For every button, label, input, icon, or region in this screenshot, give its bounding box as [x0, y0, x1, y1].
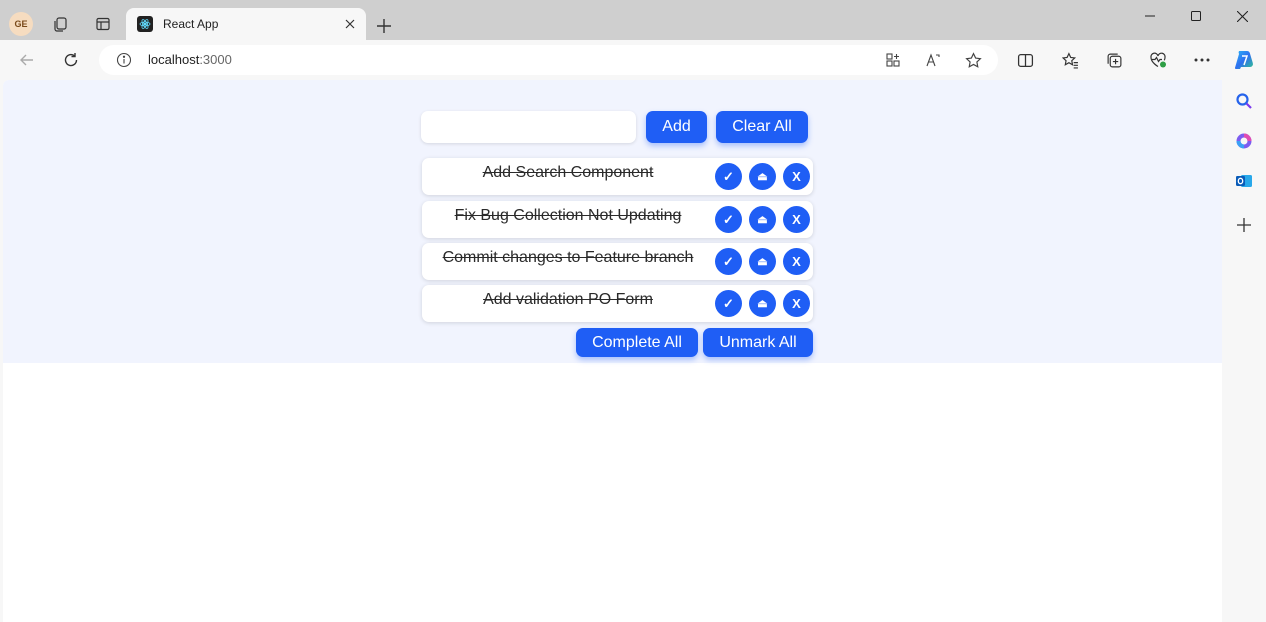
todo-item: Fix Bug Collection Not Updating ✓ ⏏ X [422, 201, 813, 238]
todo-text: Commit changes to Feature branch [442, 249, 694, 266]
profile-avatar[interactable]: GE [9, 12, 33, 36]
todo-item: Commit changes to Feature branch ✓ ⏏ X [422, 243, 813, 280]
refresh-icon[interactable] [58, 48, 84, 72]
todo-item: Add validation PO Form ✓ ⏏ X [422, 285, 813, 322]
delete-button[interactable]: X [783, 248, 810, 275]
add-sidebar-app-icon[interactable] [1232, 213, 1256, 237]
app-available-icon[interactable] [883, 50, 903, 70]
complete-button[interactable]: ✓ [715, 290, 742, 317]
complete-button[interactable]: ✓ [715, 206, 742, 233]
browser-titlebar: GE React App [0, 0, 1266, 40]
todo-app: Add Clear All Add Search Component ✓ ⏏ X… [3, 80, 1222, 363]
undo-button[interactable]: ⏏ [749, 163, 776, 190]
undo-button[interactable]: ⏏ [749, 206, 776, 233]
copilot-sidebar-icon[interactable] [1232, 129, 1256, 153]
todo-item: Add Search Component ✓ ⏏ X [422, 158, 813, 195]
workspaces-icon[interactable] [49, 12, 73, 36]
favorite-star-icon[interactable] [963, 50, 983, 70]
tab-actions-icon[interactable] [91, 12, 115, 36]
undo-button[interactable]: ⏏ [749, 248, 776, 275]
todo-text: Add validation PO Form [483, 291, 653, 308]
favorites-icon[interactable] [1058, 48, 1082, 72]
delete-button[interactable]: X [783, 290, 810, 317]
more-options-icon[interactable] [1190, 48, 1214, 72]
collections-icon[interactable] [1102, 48, 1126, 72]
site-info-icon[interactable] [116, 52, 132, 68]
split-screen-icon[interactable] [1013, 48, 1037, 72]
delete-button[interactable]: X [783, 206, 810, 233]
minimize-icon[interactable] [1127, 2, 1173, 30]
address-bar[interactable]: localhost:3000 [99, 45, 998, 75]
react-favicon-icon [137, 16, 153, 32]
complete-button[interactable]: ✓ [715, 163, 742, 190]
todo-input[interactable] [421, 111, 636, 143]
copilot-icon[interactable] [1231, 47, 1257, 73]
read-aloud-icon[interactable] [923, 50, 943, 70]
complete-button[interactable]: ✓ [715, 248, 742, 275]
back-icon[interactable] [14, 48, 40, 72]
unmark-all-button[interactable]: Unmark All [703, 328, 813, 357]
browser-essentials-icon[interactable] [1146, 48, 1170, 72]
complete-all-button[interactable]: Complete All [576, 328, 698, 357]
new-tab-icon[interactable] [372, 14, 396, 38]
tab-close-icon[interactable] [340, 14, 360, 34]
browser-toolbar: localhost:3000 [0, 40, 1266, 80]
url-text[interactable]: localhost:3000 [148, 52, 232, 67]
search-icon[interactable] [1232, 89, 1256, 113]
add-button[interactable]: Add [646, 111, 707, 143]
maximize-icon[interactable] [1173, 2, 1219, 30]
delete-button[interactable]: X [783, 163, 810, 190]
tab-react-app[interactable]: React App [126, 8, 366, 40]
todo-text: Add Search Component [482, 164, 654, 181]
todo-text: Fix Bug Collection Not Updating [454, 207, 682, 224]
clear-all-button[interactable]: Clear All [716, 111, 808, 143]
edge-sidebar [1222, 80, 1266, 622]
tab-title: React App [163, 17, 219, 31]
page-viewport: Add Clear All Add Search Component ✓ ⏏ X… [3, 80, 1222, 622]
outlook-icon[interactable] [1232, 169, 1256, 193]
close-window-icon[interactable] [1219, 2, 1265, 30]
undo-button[interactable]: ⏏ [749, 290, 776, 317]
